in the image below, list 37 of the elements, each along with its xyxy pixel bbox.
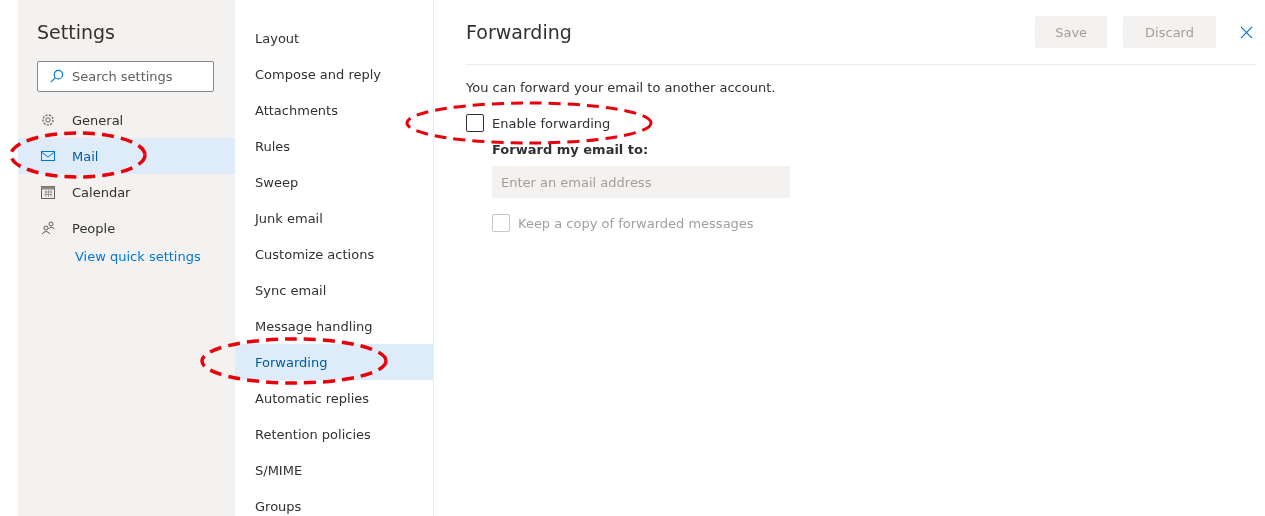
category-item[interactable]: Forwarding <box>235 344 433 380</box>
nav-label: Calendar <box>72 184 131 200</box>
envelope-icon <box>40 148 56 164</box>
category-item[interactable]: Groups <box>235 488 433 516</box>
category-item[interactable]: Sync email <box>235 272 433 308</box>
checkbox[interactable] <box>466 114 484 132</box>
checkbox-label: Enable forwarding <box>492 115 611 131</box>
quick-settings-link[interactable]: View quick settings <box>75 249 201 264</box>
category-item[interactable]: Sweep <box>235 164 433 200</box>
category-item[interactable]: Compose and reply <box>235 56 433 92</box>
field-label: Forward my email to: <box>492 142 650 159</box>
description-text: You can forward your email to another account. <box>466 80 777 97</box>
panel-title: Forwarding <box>466 21 572 43</box>
category-item[interactable]: S/MIME <box>235 452 433 488</box>
nav-label: General <box>72 112 124 128</box>
gear-icon <box>40 112 56 128</box>
category-item[interactable]: Layout <box>235 20 433 56</box>
category-item[interactable]: Rules <box>235 128 433 164</box>
category-item[interactable]: Retention policies <box>235 416 433 452</box>
calendar-icon <box>40 184 56 200</box>
search-icon <box>49 69 64 84</box>
people-icon <box>40 220 56 236</box>
settings-title: Settings <box>36 21 116 45</box>
search-field[interactable]: Search settings <box>37 61 214 92</box>
category-item[interactable]: Junk email <box>235 200 433 236</box>
checkbox-label: Keep a copy of forwarded messages <box>518 215 754 231</box>
category-item[interactable]: Customize actions <box>235 236 433 272</box>
nav-label: Mail <box>72 148 99 164</box>
category-item[interactable]: Automatic replies <box>235 380 433 416</box>
nav-item[interactable]: Calendar <box>18 174 235 210</box>
nav-label: People <box>72 220 116 236</box>
category-item[interactable]: Message handling <box>235 308 433 344</box>
close-icon[interactable] <box>1240 25 1253 39</box>
nav-item[interactable]: Mail <box>18 138 235 174</box>
nav-item[interactable]: People <box>18 210 235 246</box>
nav-item[interactable]: General <box>18 102 235 138</box>
category-item[interactable]: Attachments <box>235 92 433 128</box>
